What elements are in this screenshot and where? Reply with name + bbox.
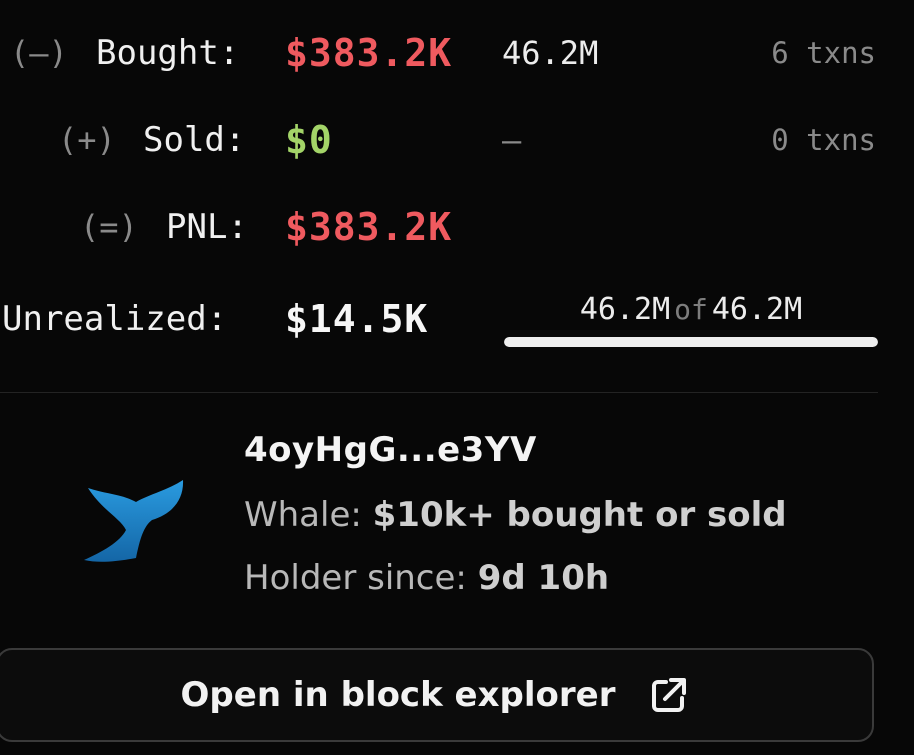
open-block-explorer-button[interactable]: Open in block explorer	[0, 648, 874, 742]
pnl-operator: (=)	[80, 208, 138, 246]
external-link-icon	[652, 678, 687, 712]
pnl-label: PNL:	[166, 207, 248, 247]
whale-value: $10k+ bought or sold	[372, 495, 787, 535]
sold-txn-count: 0 txns	[771, 123, 876, 157]
bought-label: Bought:	[96, 33, 240, 73]
holdings-held: 46.2M	[579, 292, 671, 327]
bought-operator: (–)	[10, 34, 68, 72]
whale-icon	[84, 480, 184, 562]
open-block-explorer-label: Open in block explorer	[180, 675, 616, 715]
holder-since-value: 9d 10h	[477, 558, 610, 598]
unrealized-label: Unrealized:	[2, 299, 228, 339]
bought-txn-count: 6 txns	[771, 36, 876, 70]
sold-amount: $0	[285, 118, 333, 162]
unrealized-amount: $14.5K	[285, 297, 429, 341]
holder-since-label: Holder since:	[244, 558, 467, 598]
sold-quantity: –	[502, 121, 522, 159]
holdings-total: 46.2M	[711, 292, 803, 327]
sold-operator: (+)	[58, 121, 116, 159]
holdings-text: 46.2M of 46.2M	[504, 288, 878, 332]
holder-since-info: Holder since: 9d 10h	[244, 558, 609, 598]
pnl-amount: $383.2K	[285, 205, 453, 249]
bought-amount: $383.2K	[285, 31, 453, 75]
bought-row: (–) Bought: $383.2K 46.2M 6 txns	[0, 28, 914, 78]
holdings-of: of	[674, 293, 708, 326]
section-divider	[0, 392, 878, 393]
holdings-progress-fill	[504, 337, 878, 347]
whale-label: Whale:	[244, 495, 362, 535]
sold-row: (+) Sold: $0 – 0 txns	[0, 115, 914, 165]
bought-quantity: 46.2M	[502, 34, 599, 72]
holdings-progress-bar	[504, 337, 878, 347]
pnl-row: (=) PNL: $383.2K	[0, 202, 914, 252]
wallet-address[interactable]: 4oyHgG...e3YV	[244, 430, 537, 470]
whale-info: Whale: $10k+ bought or sold	[244, 495, 787, 535]
sold-label: Sold:	[143, 120, 246, 160]
